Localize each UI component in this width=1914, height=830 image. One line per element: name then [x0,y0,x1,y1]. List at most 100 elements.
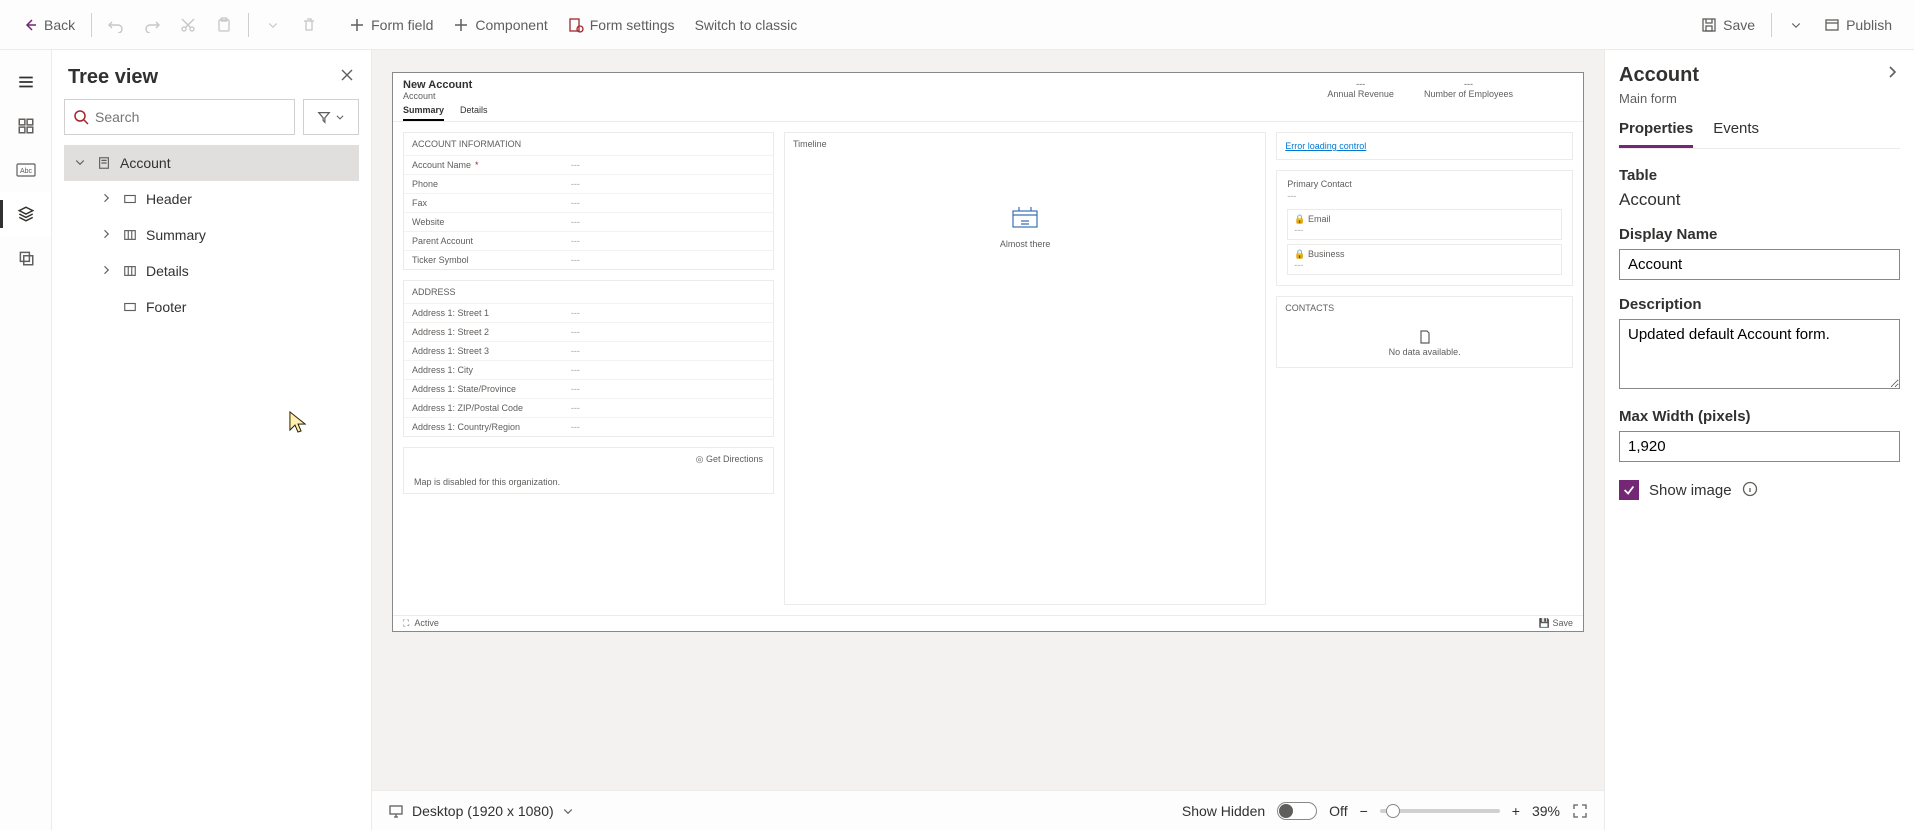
tree-item-label: Account [120,155,171,171]
section-timeline[interactable]: Timeline Almost there [784,132,1266,605]
show-hidden-label: Show Hidden [1182,803,1265,819]
header-metrics: ---Annual Revenue ---Number of Employees [1327,79,1573,101]
plus-icon [453,17,469,33]
tab-events[interactable]: Events [1713,120,1759,148]
paste-button[interactable] [206,11,242,39]
save-button[interactable]: Save [1691,11,1765,39]
svg-text:Abc: Abc [19,168,32,175]
form-settings-label: Form settings [590,17,675,33]
max-width-label: Max Width (pixels) [1619,408,1900,425]
form-field-button[interactable]: Form field [339,11,443,39]
cut-button[interactable] [170,11,206,39]
chevron-down-icon[interactable] [562,805,574,817]
show-image-checkbox[interactable] [1619,480,1639,500]
display-name-input[interactable] [1619,249,1900,280]
error-loading-link[interactable]: Error loading control [1277,135,1572,157]
tree-view-rail-button[interactable] [0,192,51,236]
switch-classic-label: Switch to classic [695,17,798,33]
expand-icon[interactable]: ⛶ [403,618,409,628]
save-chevron[interactable] [1778,11,1814,39]
delete-button[interactable] [291,11,327,39]
tab-details[interactable]: Details [460,105,488,121]
filter-button[interactable] [303,99,359,135]
save-icon[interactable]: 💾 [1539,618,1550,628]
publish-icon [1824,17,1840,33]
canvas-area: New Account Account ---Annual Revenue --… [372,50,1604,830]
tree-item-label: Details [146,263,189,279]
tree-item-footer[interactable]: › Footer [64,289,359,325]
left-rail: Abc [0,50,52,830]
zoom-value: 39% [1532,803,1560,819]
tab-properties[interactable]: Properties [1619,120,1693,148]
section-primary-contact[interactable]: Primary Contact --- 🔒 Email--- 🔒 Busines… [1276,170,1573,286]
close-tree-button[interactable] [339,66,355,89]
zoom-slider[interactable] [1380,809,1500,813]
chevron-down-icon [72,155,88,171]
tree-item-label: Header [146,191,192,207]
form-icon [96,156,112,170]
undo-icon [108,17,124,33]
layers-icon [17,205,35,223]
toggle-state: Off [1329,803,1347,819]
form-settings-button[interactable]: Form settings [558,11,685,39]
show-hidden-toggle[interactable] [1277,802,1317,820]
timeline-icon [1009,205,1041,229]
tree-title: Tree view [68,66,158,89]
max-width-input[interactable] [1619,431,1900,462]
redo-button[interactable] [134,11,170,39]
chevron-down-icon [265,17,281,33]
collapse-panel-button[interactable] [1884,64,1900,83]
tree-item-header[interactable]: Header [64,181,359,217]
components-rail-button[interactable] [0,104,51,148]
tree-item-details[interactable]: Details [64,253,359,289]
cut-icon [180,17,196,33]
header-icon [122,192,138,206]
monitor-icon [388,803,404,819]
section-map[interactable]: ◎ Get Directions Map is disabled for thi… [403,447,774,494]
copy-rail-button[interactable] [0,236,51,280]
abc-rail-button[interactable]: Abc [0,148,51,192]
tree-item-summary[interactable]: Summary [64,217,359,253]
zoom-in-button[interactable]: + [1512,803,1520,819]
section-address[interactable]: ADDRESS Address 1: Street 1--- Address 1… [403,280,774,437]
info-icon[interactable] [1742,481,1758,500]
chevron-right-icon [1884,64,1900,80]
tab-summary[interactable]: Summary [403,105,444,121]
filter-icon [317,110,331,124]
form-canvas[interactable]: New Account Account ---Annual Revenue --… [392,72,1584,632]
paste-chevron[interactable] [255,11,291,39]
section-contacts[interactable]: CONTACTS No data available. [1276,296,1573,368]
publish-label: Publish [1846,17,1892,33]
status-bar: Desktop (1920 x 1080) Show Hidden Off − … [372,790,1604,830]
search-input-wrapper[interactable] [64,99,295,135]
viewport-label[interactable]: Desktop (1920 x 1080) [412,803,554,819]
description-label: Description [1619,296,1900,313]
switch-classic-button[interactable]: Switch to classic [685,11,808,39]
tab-icon [122,264,138,278]
undo-button[interactable] [98,11,134,39]
description-input[interactable] [1619,319,1900,389]
abc-icon: Abc [16,162,36,178]
publish-button[interactable]: Publish [1814,11,1902,39]
component-button[interactable]: Component [443,11,557,39]
plus-icon [349,17,365,33]
paste-icon [216,17,232,33]
tree-item-account[interactable]: Account [64,145,359,181]
back-button[interactable]: Back [12,11,85,39]
fit-icon[interactable] [1572,803,1588,819]
lock-icon: 🔒 [1294,249,1305,259]
tree-item-label: Summary [146,227,206,243]
redo-icon [144,17,160,33]
save-label: Save [1723,17,1755,33]
section-account-info[interactable]: ACCOUNT INFORMATION Account Name*--- Pho… [403,132,774,270]
hamburger-button[interactable] [0,60,51,104]
lock-icon: 🔒 [1294,214,1305,224]
show-image-label: Show image [1649,482,1732,499]
document-icon [1417,329,1433,345]
zoom-out-button[interactable]: − [1360,803,1368,819]
footer-icon [122,300,138,314]
hamburger-icon [17,73,35,91]
search-icon [73,109,89,125]
search-input[interactable] [95,109,286,125]
section-error[interactable]: Error loading control [1276,132,1573,160]
